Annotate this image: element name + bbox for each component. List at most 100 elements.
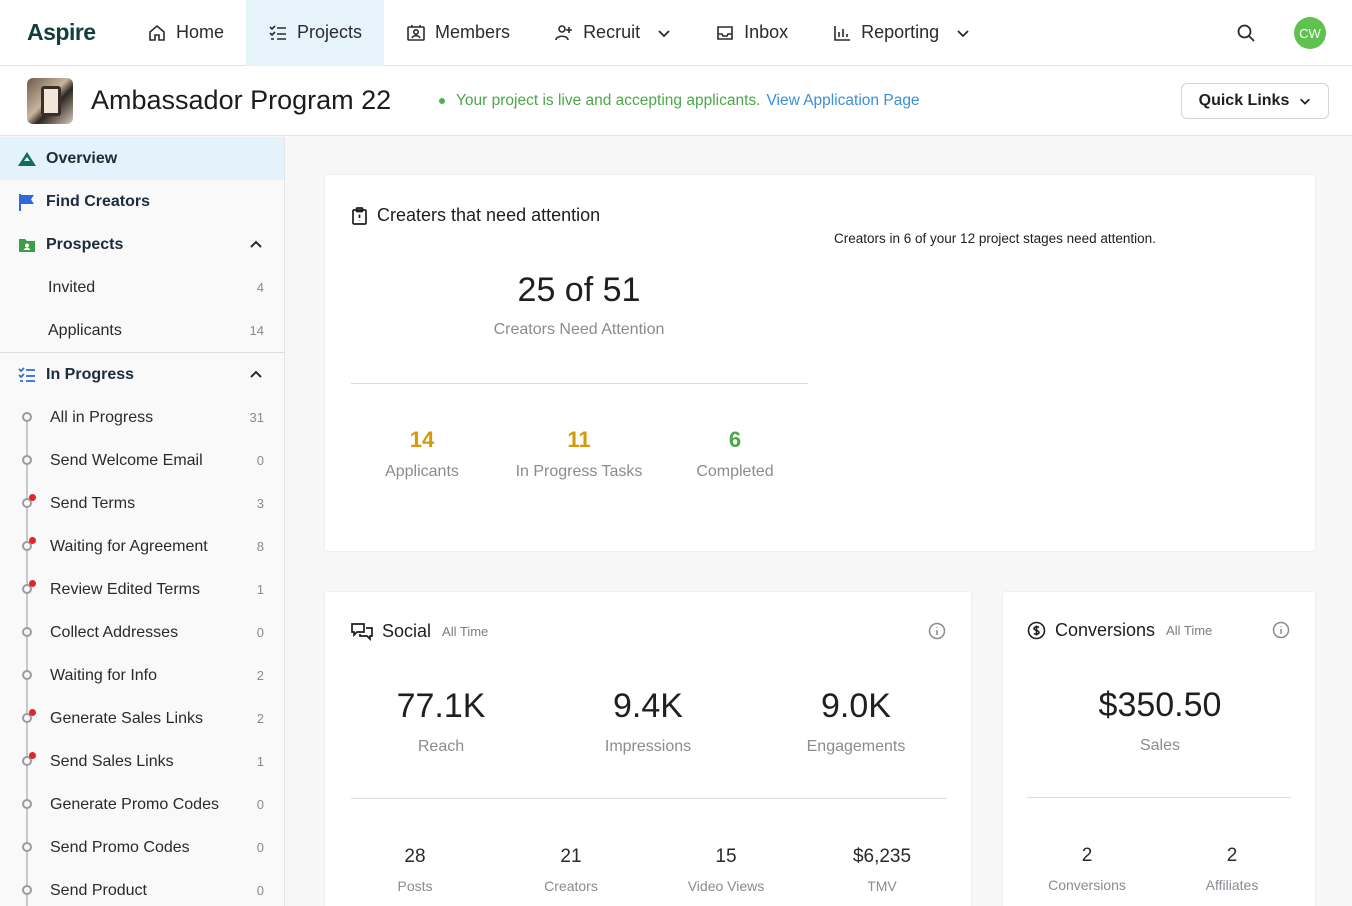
sidebar-item-label: In Progress — [46, 365, 135, 383]
attention-card: Creaters that need attention Creators in… — [324, 174, 1316, 552]
chevron-down-icon — [957, 29, 969, 37]
stage-count: 8 — [256, 539, 264, 554]
stage-label: Generate Promo Codes — [50, 795, 219, 813]
stage-node — [22, 842, 32, 852]
stage-count: 1 — [256, 582, 264, 597]
mountain-icon — [18, 151, 36, 166]
search-icon[interactable] — [1236, 23, 1256, 43]
aspire-logo[interactable]: Aspire — [27, 19, 125, 46]
stage-item[interactable]: Send Sales Links 1 — [0, 740, 284, 783]
info-icon[interactable] — [928, 622, 946, 640]
stage-item[interactable]: Waiting for Info 2 — [0, 654, 284, 697]
attention-note: Creators in 6 of your 12 project stages … — [834, 231, 1156, 246]
stage-item[interactable]: Send Promo Codes 0 — [0, 826, 284, 869]
stage-node — [22, 799, 32, 809]
stage-item[interactable]: Send Product 0 — [0, 869, 284, 906]
sidebar-item-prospects[interactable]: Prospects — [0, 223, 284, 266]
metric-value: 2 — [1226, 845, 1238, 866]
project-header: Ambassador Program 22 Your project is li… — [0, 66, 1352, 136]
stage-item[interactable]: All in Progress 31 — [0, 396, 284, 439]
stage-item[interactable]: Generate Sales Links 2 — [0, 697, 284, 740]
stage-count: 0 — [256, 625, 264, 640]
avatar[interactable]: CW — [1294, 17, 1326, 49]
chevron-up-icon[interactable] — [248, 237, 264, 253]
dollar-circle-icon — [1027, 621, 1046, 640]
nav-inbox-label: Inbox — [744, 22, 789, 42]
metric-value: 77.1K — [396, 687, 486, 725]
stat-label: Completed — [696, 463, 774, 480]
sidebar-item-overview[interactable]: Overview — [0, 137, 284, 180]
divider — [1027, 797, 1291, 798]
divider — [351, 798, 947, 799]
stage-count: 0 — [256, 883, 264, 898]
sidebar-item-label: Applicants — [48, 321, 122, 339]
metric-affiliates: 2 Affiliates — [1167, 845, 1297, 893]
project-thumbnail — [27, 78, 73, 124]
stage-item[interactable]: Send Terms 3 — [0, 482, 284, 525]
sidebar-item-in-progress[interactable]: In Progress — [0, 353, 284, 396]
stage-item[interactable]: Send Welcome Email 0 — [0, 439, 284, 482]
stage-item[interactable]: Review Edited Terms 1 — [0, 568, 284, 611]
metric-value: 2 — [1081, 845, 1093, 866]
stat-label: In Progress Tasks — [515, 463, 643, 480]
home-icon — [149, 24, 165, 41]
stage-label: Send Welcome Email — [50, 451, 203, 469]
quick-links-button[interactable]: Quick Links — [1181, 83, 1329, 119]
metric-label: Conversions — [1048, 877, 1126, 893]
quick-links-label: Quick Links — [1198, 92, 1290, 109]
metric-label: Affiliates — [1205, 877, 1259, 893]
stat-value: 6 — [728, 427, 742, 452]
attention-big-value: 25 of 51 — [517, 271, 641, 309]
info-icon[interactable] — [1272, 621, 1290, 639]
stage-node — [22, 885, 32, 895]
nav-projects-label: Projects — [297, 22, 363, 42]
nav-members[interactable]: Members — [384, 0, 532, 66]
nav-recruit-label: Recruit — [583, 22, 641, 42]
social-range: All Time — [442, 624, 489, 639]
metric-value: $6,235 — [852, 846, 912, 867]
stage-item[interactable]: Waiting for Agreement 8 — [0, 525, 284, 568]
metric-label: Creators — [544, 878, 598, 894]
stage-item[interactable]: Collect Addresses 0 — [0, 611, 284, 654]
stat-value: 11 — [567, 427, 591, 452]
chevron-up-icon[interactable] — [248, 367, 264, 383]
stage-count: 2 — [256, 668, 264, 683]
metric-label: Video Views — [687, 878, 765, 894]
alert-dot — [29, 537, 36, 544]
sidebar-item-applicants[interactable]: Applicants 14 — [0, 309, 284, 352]
nav-recruit[interactable]: Recruit — [532, 0, 693, 66]
stage-count: 1 — [256, 754, 264, 769]
nav-members-label: Members — [435, 22, 511, 42]
stat-in-progress-tasks[interactable]: 11 In Progress Tasks — [509, 427, 649, 481]
view-application-page-link[interactable]: View Application Page — [766, 92, 919, 109]
attention-card-title: Creaters that need attention — [351, 205, 600, 226]
nav-home[interactable]: Home — [125, 0, 246, 66]
stage-label: Send Promo Codes — [50, 838, 190, 856]
nav-projects[interactable]: Projects — [246, 0, 385, 66]
sidebar-item-invited[interactable]: Invited 4 — [0, 266, 284, 309]
stage-node — [22, 670, 32, 680]
live-status-dot — [439, 98, 445, 104]
metric-posts: 28 Posts — [350, 846, 480, 894]
social-card: Social All Time 77.1K Reach 9.4K Impress… — [324, 591, 972, 906]
metric-value: 21 — [560, 846, 582, 867]
stage-count: 0 — [256, 453, 264, 468]
conversions-card-title: Conversions All Time — [1027, 620, 1212, 641]
sidebar-item-label: Invited — [48, 278, 96, 296]
project-title: Ambassador Program 22 — [91, 85, 392, 115]
alert-dot — [29, 752, 36, 759]
sidebar-item-find-creators[interactable]: Find Creators — [0, 180, 284, 223]
metric-label: Posts — [397, 878, 433, 894]
nav-reporting[interactable]: Reporting — [810, 0, 992, 66]
stat-applicants[interactable]: 14 Applicants — [352, 427, 492, 481]
stage-item[interactable]: Generate Promo Codes 0 — [0, 783, 284, 826]
metric-sales: $350.50 Sales — [1070, 686, 1250, 755]
metric-label: TMV — [867, 878, 897, 894]
nav-inbox[interactable]: Inbox — [693, 0, 810, 66]
sidebar-item-label: Overview — [46, 149, 118, 167]
social-card-title: Social All Time — [351, 621, 488, 642]
sidebar-item-label: Find Creators — [46, 192, 151, 210]
sidebar-item-label: Prospects — [46, 235, 124, 253]
alert-dot — [29, 494, 36, 501]
stat-completed[interactable]: 6 Completed — [665, 427, 805, 481]
